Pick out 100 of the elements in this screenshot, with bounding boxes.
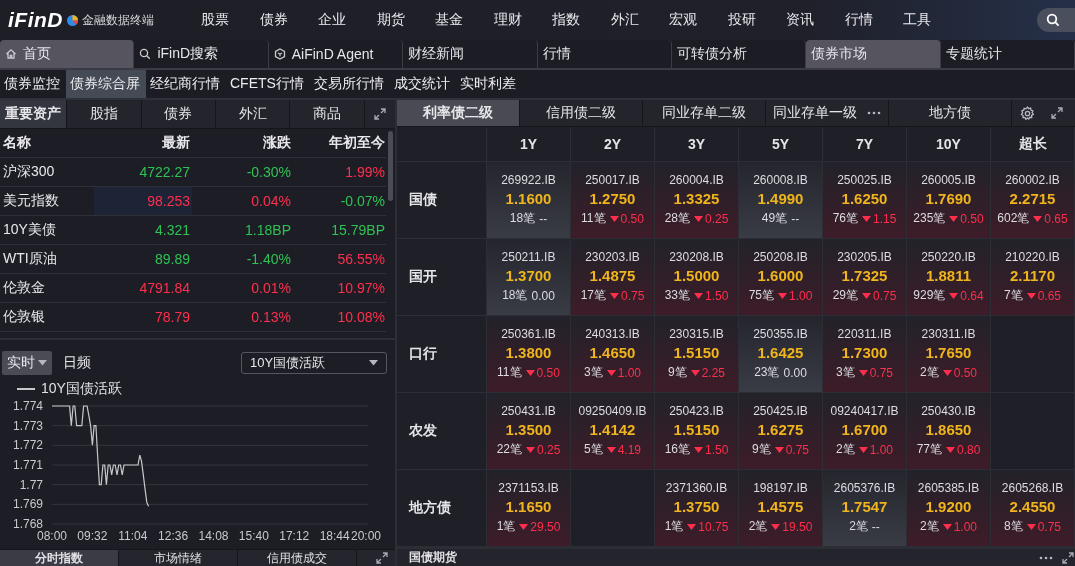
table-cell-text: 10.97% [336, 280, 386, 296]
tab[interactable]: 外汇 [216, 100, 291, 128]
mode-dropdown[interactable]: 实时 [2, 351, 52, 375]
quote-cell[interactable]: 198197.IB 1.4575 2笔 19.50 [739, 470, 823, 547]
quote-cell[interactable]: 269922.IB 1.1600 18笔 -- [487, 162, 571, 239]
quote-cell[interactable]: 250017.IB 1.2750 11笔 0.50 [571, 162, 655, 239]
sub-tab[interactable]: 实时利差 [455, 70, 522, 98]
tab[interactable]: 股指 [67, 100, 142, 128]
tab[interactable]: 债券 [141, 100, 217, 128]
row-header: 地方债 [397, 470, 487, 547]
nav-menu-item[interactable]: 期货 [361, 11, 420, 29]
quote-cell[interactable]: 230208.IB 1.5000 33笔 1.50 [655, 239, 739, 316]
quote-cell[interactable]: 230311.IB 1.7650 2笔 0.50 [907, 316, 991, 393]
quote-cell[interactable]: 2605268.IB 2.4550 8笔 0.75 [991, 470, 1075, 547]
tab[interactable]: 地方债 [929, 104, 971, 122]
expand-icon[interactable] [375, 551, 389, 565]
search-icon [1046, 13, 1060, 27]
mode-button[interactable]: 日频 [58, 351, 96, 375]
down-triangle-icon [774, 446, 784, 453]
quote-cell[interactable]: 260004.IB 1.3325 28笔 0.25 [655, 162, 739, 239]
search-button[interactable] [1037, 8, 1075, 32]
settings-icon[interactable] [1019, 105, 1035, 121]
quote-cell[interactable]: 2605376.IB 1.7547 2笔 -- [823, 470, 907, 547]
sub-tab[interactable]: 债券监控 [0, 70, 66, 98]
sub-tab[interactable]: 交易所行情 [309, 70, 390, 98]
down-triangle-icon [609, 215, 619, 222]
more-icon[interactable] [867, 111, 881, 115]
tab[interactable]: 信用债二级 [546, 104, 616, 122]
quote-cell[interactable]: 260008.IB 1.4990 49笔 -- [739, 162, 823, 239]
quote-cell[interactable]: 250430.IB 1.8650 77笔 0.80 [907, 393, 991, 470]
series-select[interactable]: 10Y国债活跃 [241, 352, 387, 374]
x-tick-label: 09:32 [77, 529, 108, 543]
nav-menu-item[interactable]: 基金 [420, 11, 479, 29]
quote-cell[interactable]: 250361.IB 1.3800 11笔 0.50 [487, 316, 571, 393]
tab[interactable]: 债券市场 [806, 40, 941, 68]
nav-menu-item[interactable]: 企业 [303, 11, 362, 29]
nav-menu-item[interactable]: 工具 [888, 11, 947, 29]
quote-cell[interactable]: 250208.IB 1.6000 75笔 1.00 [739, 239, 823, 316]
tab[interactable]: iFinD搜索 [134, 40, 269, 68]
quote-cell[interactable]: 250025.IB 1.6250 76笔 1.15 [823, 162, 907, 239]
sub-tab[interactable]: CFETS行情 [226, 70, 310, 98]
more-icon[interactable] [1039, 555, 1053, 560]
nav-menu-item[interactable]: 债券 [244, 11, 303, 29]
sub-tab[interactable]: 债券综合屏 [66, 70, 146, 98]
quote-cell[interactable]: 230205.IB 1.7325 29笔 0.75 [823, 239, 907, 316]
tab[interactable]: 同业存单二级 [662, 104, 746, 122]
nav-menu-item[interactable]: 理财 [478, 11, 537, 29]
expand-icon[interactable] [1061, 550, 1075, 565]
tab[interactable]: 分时指数 [0, 550, 119, 566]
nav-menu-item[interactable]: 行情 [829, 11, 888, 29]
x-tick-label: 12:36 [158, 529, 189, 543]
tab[interactable]: AiFinD Agent [268, 40, 404, 68]
nav-menu-item[interactable]: 宏观 [654, 11, 713, 29]
quote-cell[interactable]: 250211.IB 1.3700 18笔 0.00 [487, 239, 571, 316]
expand-icon[interactable] [1050, 106, 1064, 120]
quote-cell[interactable]: 230203.IB 1.4875 17笔 0.75 [571, 239, 655, 316]
quote-cell[interactable]: 2605385.IB 1.9200 2笔 1.00 [907, 470, 991, 547]
app-subtitle: 金融数据终端 [82, 11, 154, 29]
quote-cell[interactable]: 230315.IB 1.5150 9笔 2.25 [655, 316, 739, 393]
quote-cell[interactable]: 250431.IB 1.3500 22笔 0.25 [487, 393, 571, 470]
quote-cell[interactable]: 2371360.IB 1.3750 1笔 10.75 [655, 470, 739, 547]
nav-menu-item[interactable]: 指数 [537, 11, 596, 29]
quote-cell[interactable]: 2371153.IB 1.1650 1笔 29.50 [487, 470, 571, 547]
down-triangle-icon [949, 292, 959, 299]
bond-yield: 1.1650 [505, 498, 552, 515]
down-triangle-icon [687, 523, 697, 530]
tab[interactable]: 专题统计 [940, 40, 1075, 68]
quote-cell[interactable]: 260005.IB 1.7690 235笔 0.50 [907, 162, 991, 239]
tab[interactable]: 重要资产 [0, 100, 68, 128]
yield-change: 0.75 [873, 288, 897, 303]
quote-cell[interactable]: 09250409.IB 1.4142 5笔 4.19 [571, 393, 655, 470]
nav-menu-item[interactable]: 股票 [186, 11, 245, 29]
tab[interactable]: 商品 [290, 100, 365, 128]
tab[interactable]: 财经新闻 [403, 40, 538, 68]
sub-tab[interactable]: 经纪商行情 [146, 70, 226, 98]
tab[interactable]: 首页 [0, 40, 135, 68]
quote-cell[interactable]: 250425.IB 1.6275 9笔 0.75 [739, 393, 823, 470]
quote-cell[interactable]: 240313.IB 1.4650 3笔 1.00 [571, 316, 655, 393]
quote-cell[interactable]: 260002.IB 2.2715 602笔 0.65 [991, 162, 1075, 239]
bond-code: 210220.IB [1005, 250, 1060, 264]
sub-tab[interactable]: 成交统计 [389, 70, 456, 98]
app-logo: iFinD [8, 8, 63, 32]
quote-cell[interactable]: 250423.IB 1.5150 16笔 1.50 [655, 393, 739, 470]
nav-menu-item[interactable]: 投研 [712, 11, 771, 29]
quote-cell[interactable]: 09240417.IB 1.6700 2笔 1.00 [823, 393, 907, 470]
scrollbar[interactable] [388, 131, 393, 201]
table-cell-text: 56.55% [336, 251, 386, 267]
quote-cell[interactable]: 250355.IB 1.6425 23笔 0.00 [739, 316, 823, 393]
quote-cell[interactable]: 250220.IB 1.8811 929笔 0.64 [907, 239, 991, 316]
tab[interactable]: 市场情绪 [119, 550, 238, 566]
expand-icon[interactable] [372, 107, 387, 121]
bond-code: 230203.IB [585, 250, 640, 264]
nav-menu-item[interactable]: 外汇 [595, 11, 654, 29]
tab[interactable]: 行情 [537, 40, 672, 68]
bond-code: 269922.IB [501, 173, 556, 187]
tab[interactable]: 同业存单一级 [773, 104, 857, 122]
nav-menu-item[interactable]: 资讯 [771, 11, 830, 29]
quote-cell[interactable]: 220311.IB 1.7300 3笔 0.75 [823, 316, 907, 393]
tab[interactable]: 信用债成交 [238, 550, 357, 566]
quote-cell[interactable]: 210220.IB 2.1170 7笔 0.65 [991, 239, 1075, 316]
